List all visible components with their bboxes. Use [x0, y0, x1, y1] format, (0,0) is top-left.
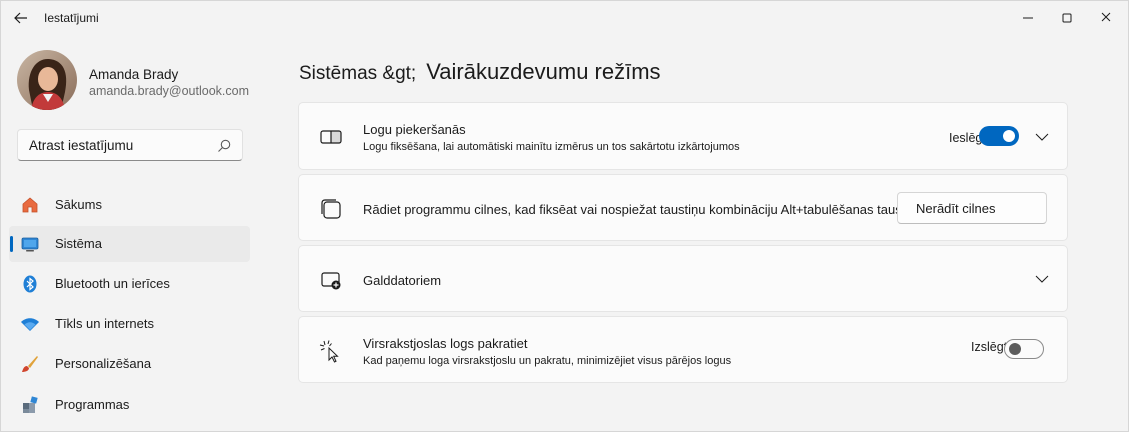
title-bar-shake-toggle[interactable]: [1004, 339, 1044, 359]
alt-tab-windows-icon: [321, 199, 341, 219]
back-arrow-icon: [14, 12, 27, 24]
title-bar-shake-card: Virsrakstjoslas logs pakratiet Kad paņem…: [298, 316, 1068, 383]
home-icon: [22, 197, 38, 213]
minimize-button[interactable]: [1013, 7, 1043, 29]
page-title: Sistēmas &gt; Vairākuzdevumu režīms: [299, 59, 661, 85]
user-email: amanda.brady@outlook.com: [89, 84, 249, 98]
sidebar-item-bluetooth[interactable]: Bluetooth un ierīces: [9, 266, 250, 302]
toggle-knob: [1009, 343, 1021, 355]
page-heading: Vairākuzdevumu režīms: [426, 59, 661, 84]
minimize-icon: [1023, 17, 1033, 19]
wifi-icon: [21, 318, 39, 331]
desktop-add-icon: [321, 272, 341, 290]
maximize-button[interactable]: [1052, 7, 1082, 29]
sidebar-item-label: Tīkls un internets: [55, 316, 154, 331]
window-title: Iestatījumi: [44, 11, 99, 25]
user-name: Amanda Brady: [89, 67, 179, 82]
snap-windows-title: Logu piekeršanās: [363, 122, 466, 137]
breadcrumb-parent[interactable]: Sistēmas &gt;: [299, 63, 416, 84]
sidebar-item-label: Programmas: [55, 397, 130, 412]
active-indicator: [10, 236, 13, 252]
chevron-down-icon[interactable]: [1034, 271, 1050, 287]
desktops-title: Galddatoriem: [363, 273, 442, 288]
sidebar-item-label: Personalizēšana: [55, 356, 152, 371]
snap-windows-card[interactable]: Logu piekeršanās Logu fiksēšana, lai aut…: [298, 102, 1068, 170]
sidebar-item-apps[interactable]: Programmas: [9, 387, 250, 423]
snap-windows-toggle[interactable]: [979, 126, 1019, 146]
monitor-icon: [21, 237, 39, 252]
search-input[interactable]: [29, 138, 209, 153]
sidebar-item-label: Sistēma: [55, 236, 102, 251]
apps-icon: [23, 396, 38, 413]
maximize-icon: [1062, 13, 1072, 23]
desktops-card[interactable]: Galddatoriem: [298, 245, 1068, 312]
toggle-knob: [1003, 130, 1015, 142]
back-button[interactable]: [11, 9, 31, 27]
search-box[interactable]: [17, 129, 243, 161]
sidebar-item-system[interactable]: Sistēma: [9, 226, 250, 262]
search-icon[interactable]: [216, 138, 232, 154]
bluetooth-icon: [23, 275, 37, 293]
avatar[interactable]: [17, 50, 77, 110]
sidebar-item-home[interactable]: Sākums: [9, 187, 250, 223]
snap-windows-description: Logu fiksēšana, lai automātiski mainītu …: [363, 141, 740, 153]
title-bar: Iestatījumi: [1, 1, 1128, 35]
sidebar-item-personalization[interactable]: Personalizēšana: [9, 346, 250, 382]
alt-tab-dropdown[interactable]: Nerādīt cilnes: [897, 192, 1047, 224]
brush-icon: [22, 356, 38, 372]
snap-layout-icon: [320, 130, 342, 144]
title-bar-shake-description: Kad paņemu loga virsrakstjoslu un pakrat…: [363, 355, 732, 367]
sidebar-item-label: Bluetooth un ierīces: [55, 276, 170, 291]
alt-tab-title: Rādiet programmu cilnes, kad fiksēat vai…: [363, 202, 922, 217]
chevron-down-icon[interactable]: [1034, 129, 1050, 145]
alt-tab-card: Rādiet programmu cilnes, kad fiksēat vai…: [298, 174, 1068, 241]
shake-cursor-icon: [319, 340, 339, 363]
title-bar-shake-title: Virsrakstjoslas logs pakratiet: [363, 336, 528, 351]
user-photo-icon: [17, 50, 77, 110]
close-button[interactable]: [1091, 7, 1121, 29]
close-icon: [1101, 12, 1111, 22]
sidebar-item-network[interactable]: Tīkls un internets: [9, 306, 250, 342]
sidebar-item-label: Sākums: [55, 197, 102, 212]
settings-window: Iestatījumi Amanda Brady amanda.brady@ou…: [0, 0, 1129, 432]
